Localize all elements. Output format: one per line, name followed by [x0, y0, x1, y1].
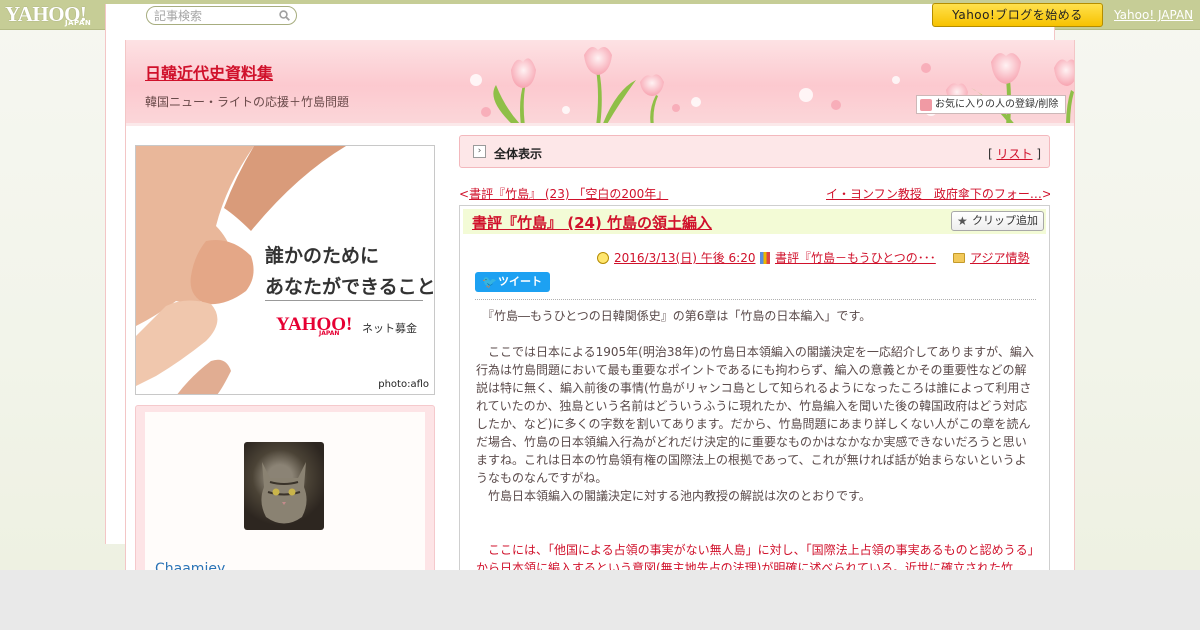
page-viewport: YAHOO! JAPAN ブログ ランダム こんにちは、ゲストさん ログイン Y… [0, 0, 1200, 570]
ad-headline-line2: あなたができること [265, 276, 435, 298]
book-icon [760, 252, 770, 264]
book-category-link[interactable]: 書評『竹島－もうひとつの･･･ [775, 251, 936, 265]
view-all-label[interactable]: 全体表示 [494, 145, 542, 162]
search-input[interactable] [154, 8, 272, 23]
clock-icon [597, 252, 609, 264]
tweet-label: ツイート [498, 275, 542, 288]
blog-container: 日韓近代史資料集 韓国ニュー・ライトの応援＋竹島問題 お気に入りの人の登録/削除… [125, 40, 1075, 570]
meta-divider [475, 299, 1036, 300]
article-body: 『竹島―もうひとつの日韓関係史』の第6章は「竹島の日本編入」です。 ここでは日本… [476, 307, 1034, 570]
search-icon[interactable] [279, 10, 290, 21]
handshake-photo [136, 146, 346, 394]
login-link[interactable]: ログイン [873, 8, 921, 25]
folder-category-link[interactable]: アジア情勢 [970, 251, 1030, 265]
ad-divider [265, 300, 423, 301]
article-book-meta: 書評『竹島－もうひとつの･･･ [760, 249, 936, 266]
search-box [146, 6, 297, 25]
yahoo-japan-link[interactable]: Yahoo! JAPAN [1114, 8, 1193, 22]
article-folder-meta: アジア情勢 [953, 249, 1030, 266]
blog-header: 日韓近代史資料集 韓国ニュー・ライトの応援＋竹島問題 お気に入りの人の登録/削除 [126, 40, 1074, 126]
list-view-toggle: [ リスト ] [988, 145, 1041, 162]
next-article-link[interactable]: イ・ヨンフン教授 政府傘下のフォー… [826, 187, 1042, 201]
ad-yahoo-logo: YAHOO! [276, 314, 353, 335]
random-link[interactable]: ランダム [305, 8, 353, 25]
avatar[interactable] [244, 442, 324, 530]
bottom-strip [0, 570, 1200, 630]
tweet-button[interactable]: 🐦 ツイート [475, 272, 550, 292]
cat-photo [261, 462, 307, 524]
favorite-register-button[interactable]: お気に入りの人の登録/削除 [916, 95, 1066, 114]
article-paragraph: 竹島日本領編入の閣議決定に対する池内教授の解説は次のとおりです。 [476, 489, 871, 503]
ad-japan-logo: JAPAN [319, 330, 340, 337]
article-header: 書評『竹島』 (24) 竹島の領土編入 ★ クリップ追加 [463, 209, 1046, 234]
ad-headline-line1: 誰かのために [265, 245, 380, 267]
favorite-label: お気に入りの人の登録/削除 [935, 99, 1059, 110]
twitter-bird-icon: 🐦 [482, 275, 497, 289]
prev-article-nav: <書評『竹島』 (23) 「空白の200年」 [459, 187, 669, 201]
favorite-icon [920, 99, 932, 111]
list-close-bracket: ] [1032, 147, 1041, 161]
blog-description: 韓国ニュー・ライトの応援＋竹島問題 [145, 95, 350, 109]
advertisement-banner[interactable]: 誰かのために あなたができること YAHOO! JAPAN ネット募金 phot… [135, 145, 435, 395]
guest-greeting: こんにちは、ゲストさん [730, 10, 863, 24]
article-title-link[interactable]: 書評『竹島』 (24) 竹島の領土編入 [472, 212, 712, 233]
logo-japan-text: JAPAN [65, 19, 92, 27]
arrow-icon: › [473, 145, 486, 158]
article-paragraph: ここでは日本による1905年(明治38年)の竹島日本領編入の閣議決定を一応紹介し… [476, 345, 1034, 485]
article-entry: 書評『竹島』 (24) 竹島の領土編入 ★ クリップ追加 2016/3/13(日… [459, 205, 1050, 570]
folder-icon [953, 253, 965, 263]
ad-photo-credit: photo:aflo [378, 379, 429, 390]
view-mode-bar: › 全体表示 [ リスト ] [459, 135, 1050, 168]
article-quote-paragraph: ここには、「他国による占領の事実がない無人島」に対し、「国際法上占領の事実あるも… [476, 543, 1034, 570]
prev-article-link[interactable]: 書評『竹島』 (23) 「空白の200年」 [469, 187, 668, 201]
clip-add-button[interactable]: ★ クリップ追加 [951, 211, 1044, 231]
profile-panel: Chaamiey [135, 405, 435, 570]
profile-inner: Chaamiey [145, 412, 425, 570]
article-date-link[interactable]: 2016/3/13(日) 午後 6:20 [614, 251, 755, 265]
star-icon: ★ [957, 214, 968, 228]
start-blog-button[interactable]: Yahoo!ブログを始める [932, 3, 1103, 27]
article-date-meta: 2016/3/13(日) 午後 6:20 [597, 249, 755, 266]
list-view-link[interactable]: リスト [996, 147, 1032, 161]
top-navigation-bar: YAHOO! JAPAN ブログ ランダム こんにちは、ゲストさん ログイン Y… [0, 0, 1200, 544]
article-paragraph: 『竹島―もうひとつの日韓関係史』の第6章は「竹島の日本編入」です。 [476, 309, 872, 323]
ad-service-name: ネット募金 [362, 322, 417, 335]
clip-label: クリップ追加 [972, 214, 1038, 227]
next-article-nav: イ・ヨンフン教授 政府傘下のフォー…> [826, 187, 1050, 201]
profile-username[interactable]: Chaamiey [155, 561, 225, 570]
blog-title-link[interactable]: 日韓近代史資料集 [145, 60, 273, 84]
